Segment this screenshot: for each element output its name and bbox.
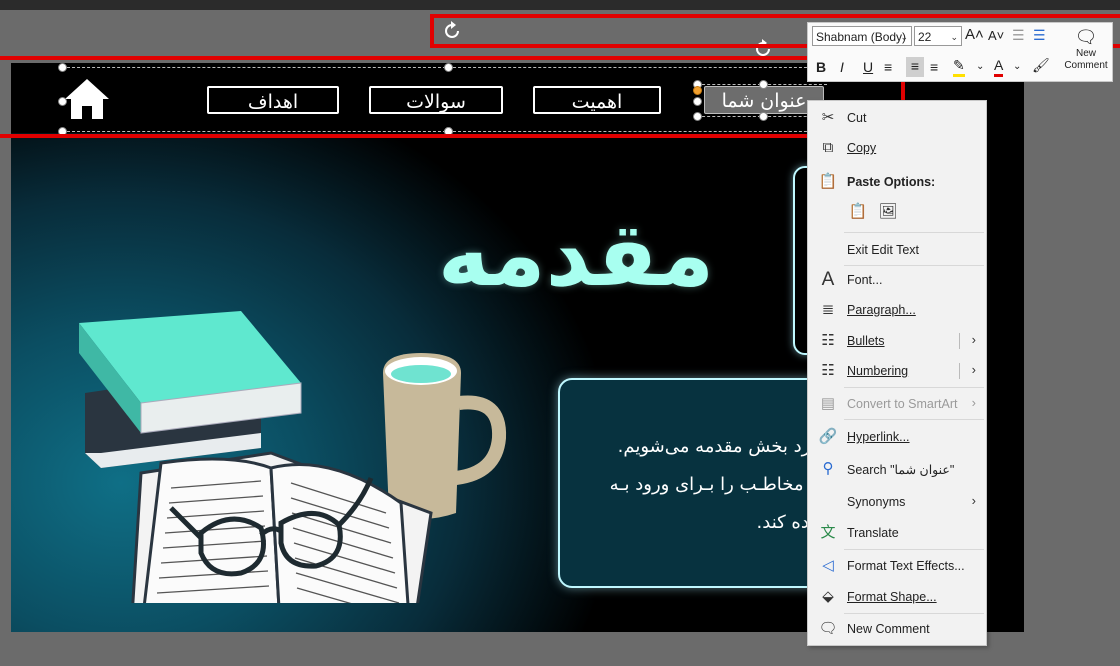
align-center-icon[interactable]: ≡ [906, 57, 924, 77]
chevron-down-icon[interactable]: ⌄ [1013, 58, 1021, 76]
smartart-icon: ▤ [820, 395, 836, 412]
slide-title[interactable]: مقدمه [411, 203, 741, 306]
menu-item-format-text-effects[interactable]: ◁ Format Text Effects... [808, 551, 986, 581]
cut-icon: ✂ [821, 109, 835, 126]
chevron-down-icon[interactable]: ⌄ [976, 58, 984, 76]
paragraph-icon: ≣ [821, 301, 835, 318]
menu-item-copy[interactable]: ⧉ Copy [808, 133, 986, 163]
chevron-down-icon[interactable]: ⌄ [900, 27, 908, 47]
bold-icon[interactable]: B [816, 58, 826, 76]
font-size-input[interactable]: 22 ⌄ [914, 26, 962, 46]
chevron-right-icon: › [971, 395, 976, 410]
decrease-indent-icon[interactable]: ☰ [1012, 26, 1025, 44]
menu-item-cut[interactable]: ✂ Cut [808, 103, 986, 133]
comment-icon: 🗨 [818, 620, 838, 637]
chevron-right-icon: › [971, 332, 976, 347]
new-comment-button[interactable]: 🗨 New Comment [1060, 26, 1112, 80]
context-menu: ✂ Cut ⧉ Copy 📋 Paste Options: 📋 🖼 Exit Edit… [807, 100, 987, 646]
align-left-icon[interactable]: ≡ [884, 58, 892, 76]
search-icon: ⚲ [822, 460, 834, 477]
menu-item-synonyms[interactable]: Synonyms › [808, 487, 986, 517]
menu-split-divider [959, 363, 960, 379]
numbering-icon: ☷ [821, 362, 835, 379]
font-color-icon[interactable]: A [994, 56, 1004, 77]
increase-font-icon[interactable]: A˄ [965, 26, 984, 44]
highlight-icon[interactable]: ✎ [953, 56, 965, 77]
menu-separator [844, 419, 984, 420]
hyperlink-icon: 🔗 [818, 428, 838, 445]
menu-item-numbering[interactable]: ☷ Numbering › [808, 356, 986, 386]
menu-item-format-shape[interactable]: ⬙ Format Shape... [808, 582, 986, 612]
decrease-font-icon[interactable]: A˅ [988, 27, 1004, 45]
menu-item-search[interactable]: ⚲ Search "عنوان شما" [808, 454, 986, 484]
menu-item-font[interactable]: A Font... [808, 265, 986, 295]
italic-icon[interactable]: I [840, 58, 844, 76]
menu-split-divider [959, 333, 960, 349]
comment-icon: 🗨 [1074, 27, 1098, 47]
chevron-right-icon: › [971, 493, 976, 508]
menu-separator [844, 232, 984, 233]
window-top-strip [0, 0, 1120, 10]
format-painter-icon[interactable]: 🖌 [1032, 56, 1050, 74]
mini-toolbar: Shabnam (Body) ⌄ 22 ⌄ A˄ A˅ ☰ ☰ B I U ≡ ≡ … [807, 22, 1113, 82]
format-shape-icon: ⬙ [822, 588, 834, 605]
chevron-right-icon: › [971, 362, 976, 377]
increase-indent-icon[interactable]: ☰ [1033, 26, 1046, 44]
highlight-box-navbar [0, 56, 905, 138]
menu-item-hyperlink[interactable]: 🔗 Hyperlink... [808, 422, 986, 452]
content-line: ـد مخاطـب را بـرای ورود بـه [609, 474, 824, 495]
content-line: وارد بخش مقدمه می‌شویم. [617, 436, 824, 457]
copy-icon: ⧉ [822, 139, 834, 156]
menu-header-paste-options: 📋 Paste Options: [818, 173, 936, 190]
underline-icon[interactable]: U [863, 58, 873, 76]
font-name-input[interactable]: Shabnam (Body) ⌄ [812, 26, 912, 46]
menu-item-new-comment[interactable]: 🗨 New Comment [808, 614, 986, 644]
menu-item-bullets[interactable]: ☷ Bullets › [808, 326, 986, 356]
bullets-icon: ☷ [821, 332, 835, 349]
content-line: ماده کند. [756, 512, 824, 533]
paste-picture-icon[interactable]: 🖼 [878, 202, 898, 222]
paste-icon: 📋 [818, 173, 838, 190]
text-effects-icon: ◁ [822, 557, 834, 574]
menu-separator [844, 549, 984, 550]
menu-item-paragraph[interactable]: ≣ Paragraph... [808, 295, 986, 325]
books-illustration [79, 311, 507, 603]
menu-item-exit-edit-text[interactable]: Exit Edit Text [808, 235, 986, 265]
paste-keep-text-icon[interactable]: 📋 [848, 202, 868, 222]
content-text: وارد بخش مقدمه می‌شویم. ـد مخاطـب را بـر… [524, 428, 824, 542]
chevron-down-icon[interactable]: ⌄ [950, 27, 958, 47]
menu-item-convert-smartart: ▤ Convert to SmartArt › [808, 389, 986, 419]
menu-item-translate[interactable]: 文 Translate [808, 518, 986, 548]
translate-icon: 文 [820, 524, 836, 541]
menu-separator [844, 387, 984, 388]
font-icon: A [821, 269, 835, 290]
align-right-icon[interactable]: ≡ [930, 58, 938, 76]
